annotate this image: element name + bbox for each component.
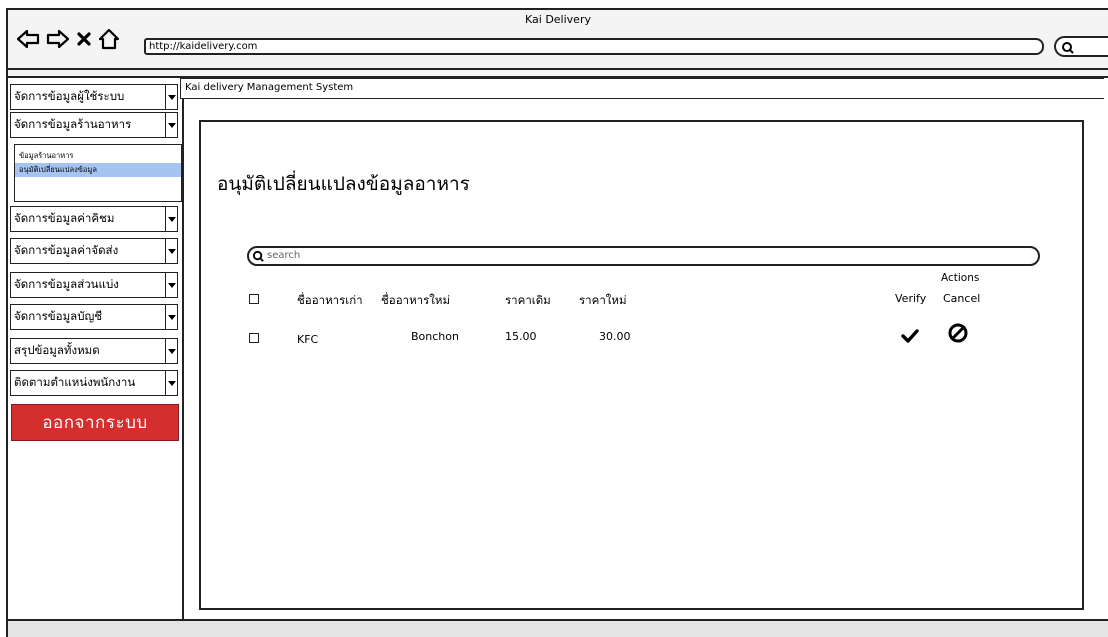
check-icon[interactable] [901,328,919,348]
submenu-item-restaurant-data[interactable]: ข้อมูลร้านอาหาร [15,149,181,163]
arrow-left-icon[interactable] [16,28,40,50]
search-icon [252,250,264,262]
browser-titlebar: Kai Delivery http://kaidelivery.com [8,10,1108,70]
close-icon[interactable] [76,30,92,48]
chevron-down-icon[interactable] [165,239,177,263]
search-input[interactable]: search [247,246,1040,266]
logout-button[interactable]: ออกจากระบบ [11,404,179,441]
menu-restaurant-management[interactable]: จัดการข้อมูลร้านอาหาร [10,112,178,138]
cell-new-name: Bonchon [411,330,459,343]
row-checkbox[interactable] [249,333,259,343]
chevron-down-icon[interactable] [165,113,177,137]
submenu-item-approve-changes[interactable]: อนุมัติเปลี่ยนแปลงข้อมูล [15,163,181,177]
menu-user-management[interactable]: จัดการข้อมูลผู้ใช้ระบบ [10,84,178,110]
toolbar-gap [8,70,1108,78]
menu-label: จัดการข้อมูลร้านอาหาร [14,117,132,131]
system-title-bar: Kai delivery Management System [180,78,1104,99]
browser-search-button[interactable] [1054,36,1108,57]
column-header-actions: Actions [941,272,980,284]
search-placeholder: search [267,250,301,261]
chevron-down-icon[interactable] [165,207,177,231]
content-panel: อนุมัติเปลี่ยนแปลงข้อมูลอาหาร search ชื่… [199,120,1084,610]
column-header-verify: Verify [895,292,927,305]
chevron-down-icon[interactable] [165,273,177,297]
page-title: อนุมัติเปลี่ยนแปลงข้อมูลอาหาร [217,173,470,195]
menu-label: สรุปข้อมูลทั้งหมด [14,343,100,357]
menu-share-management[interactable]: จัดการข้อมูลส่วนแบ่ง [10,272,178,298]
chevron-down-icon[interactable] [165,85,177,109]
window-title: Kai Delivery [525,13,591,26]
column-header-new-name: ชื่ออาหารใหม่ [381,293,451,307]
browser-window: Kai Delivery http://kaidelivery.com จัดก… [6,8,1108,637]
cancel-icon[interactable] [947,322,969,348]
menu-label: จัดการข้อมูลค่าคิชม [14,211,115,225]
chevron-down-icon[interactable] [165,339,177,363]
restaurant-submenu: ข้อมูลร้านอาหาร อนุมัติเปลี่ยนแปลงข้อมูล [14,144,182,202]
column-header-new-price: ราคาใหม่ [579,293,627,307]
select-all-checkbox[interactable] [249,294,259,304]
search-icon [1062,42,1074,54]
menu-label: จัดการข้อมูลค่าจัดส่ง [14,243,119,257]
menu-label: ติดตามตำแหน่งพนักงาน [14,375,136,389]
menu-track-staff[interactable]: ติดตามตำแหน่งพนักงาน [10,370,178,396]
menu-summary[interactable]: สรุปข้อมูลทั้งหมด [10,338,178,364]
arrow-right-icon[interactable] [46,28,70,50]
menu-label: จัดการข้อมูลส่วนแบ่ง [14,277,119,291]
menu-label: จัดการข้อมูลบัญชี [14,309,103,323]
chevron-down-icon[interactable] [165,371,177,395]
column-header-cancel: Cancel [943,292,981,305]
menu-commission-management[interactable]: จัดการข้อมูลค่าคิชม [10,206,178,232]
nav-buttons [16,26,120,52]
cell-old-price: 15.00 [505,330,537,343]
cell-old-name: KFC [297,333,319,346]
column-header-old-price: ราคาเดิม [505,293,551,307]
column-header-old-name: ชื่ออาหารเก่า [297,293,363,307]
sidebar: จัดการข้อมูลผู้ใช้ระบบ จัดการข้อมูลร้านอ… [8,80,184,621]
url-bar[interactable]: http://kaidelivery.com [144,38,1044,55]
menu-delivery-fee-management[interactable]: จัดการข้อมูลค่าจัดส่ง [10,238,178,264]
menu-label: จัดการข้อมูลผู้ใช้ระบบ [14,89,125,103]
menu-account-management[interactable]: จัดการข้อมูลบัญชี [10,304,178,330]
status-bar [8,619,1108,637]
home-icon[interactable] [98,28,120,50]
chevron-down-icon[interactable] [165,305,177,329]
cell-new-price: 30.00 [599,330,631,343]
